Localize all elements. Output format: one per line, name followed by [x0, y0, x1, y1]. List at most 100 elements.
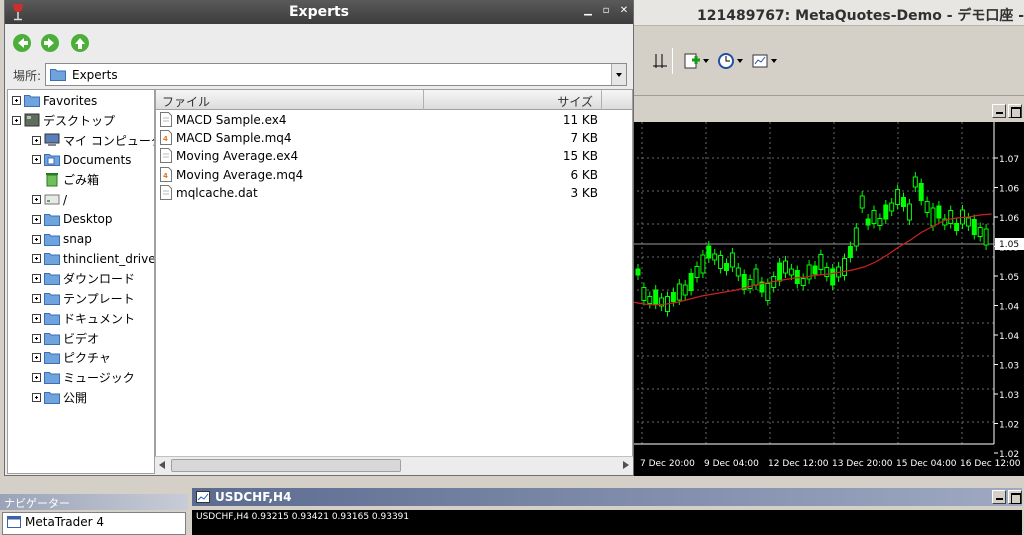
tree-item[interactable]: Favorites [12, 91, 97, 110]
expand-toggle[interactable] [32, 353, 41, 363]
tree-item[interactable]: テンプレート [32, 289, 135, 308]
folder-tree[interactable]: Favorites デスクトップ マイ コンピュータ Documents ごみ箱 / Des… [7, 89, 155, 474]
tree-item[interactable]: ピクチャ [32, 348, 111, 367]
tree-item[interactable]: ビデオ [32, 329, 99, 348]
expand-toggle[interactable] [32, 155, 41, 165]
chart-maximize-button[interactable] [1008, 104, 1022, 118]
file-row[interactable]: Moving Average.ex4 15 KB [156, 147, 632, 165]
tree-item[interactable]: ドキュメント [32, 309, 135, 328]
candle-body [971, 219, 977, 235]
price-label: 1.05 [999, 273, 1019, 283]
expand-toggle[interactable] [32, 313, 41, 323]
period-separator-icon [653, 54, 667, 68]
file-size: 7 KB [570, 131, 598, 146]
experts-file-dialog: Experts ▁ ▫ ✕ 場所: Experts Favorites デスクトッ… [4, 0, 634, 476]
tree-item[interactable]: Desktop [32, 210, 113, 229]
tree-item[interactable]: Documents [32, 150, 131, 169]
expand-toggle[interactable] [32, 254, 41, 264]
chevron-down-icon [616, 72, 622, 77]
chart-usdchf-title-bar: USDCHF,H4 [192, 488, 1022, 506]
tree-item[interactable]: 公開 [32, 388, 87, 407]
scroll-right-arrow-icon[interactable] [623, 461, 629, 469]
expand-toggle[interactable] [32, 214, 41, 224]
candle-body [924, 201, 930, 213]
period-separator-button[interactable] [648, 50, 672, 72]
tree-item[interactable]: ミュージック [32, 368, 135, 387]
usdchf-chart[interactable]: USDCHF,H4 0.93215 0.93421 0.93165 0.9339… [192, 510, 1022, 535]
expand-toggle[interactable] [32, 274, 41, 284]
folder-icon [44, 252, 60, 266]
price-label: 1.04 [999, 332, 1019, 342]
price-label: 1.04 [999, 303, 1019, 313]
expand-toggle[interactable] [12, 115, 21, 125]
navigator-tree[interactable]: MetaTrader 4 [2, 512, 186, 535]
file-row[interactable]: 4 MACD Sample.mq4 7 KB [156, 129, 632, 148]
file-list[interactable]: ファイル サイズ MACD Sample.ex4 11 KB 4 MACD Sampl… [155, 89, 633, 474]
file-row[interactable]: 4 Moving Average.mq4 6 KB [156, 166, 632, 184]
dialog-title-bar[interactable]: Experts ▁ ▫ ✕ [5, 0, 633, 24]
tree-item[interactable]: マイ コンピュータ [32, 131, 154, 150]
current-price-label: 1.05 [999, 240, 1019, 250]
file-row[interactable]: MACD Sample.ex4 11 KB [156, 111, 632, 129]
templates-button[interactable] [748, 50, 780, 72]
chart2-minimize-button[interactable] [992, 490, 1006, 504]
up-arrow-icon[interactable] [69, 32, 91, 54]
forward-arrow-icon[interactable] [39, 32, 61, 54]
scroll-left-arrow-icon[interactable] [159, 461, 165, 469]
location-dropdown-button[interactable] [611, 64, 626, 85]
candle-body [706, 245, 712, 259]
column-header-name[interactable]: ファイル [156, 90, 424, 110]
mq4-file-icon: 4 [160, 130, 172, 148]
expand-toggle[interactable] [12, 96, 21, 105]
candle-body [794, 270, 800, 284]
horizontal-scrollbar[interactable] [155, 456, 633, 474]
expand-toggle[interactable] [32, 294, 41, 303]
expand-toggle[interactable] [32, 333, 41, 343]
dialog-close-button[interactable]: ✕ [619, 5, 629, 17]
file-size: 11 KB [562, 113, 598, 127]
dialog-maximize-button[interactable]: ▫ [601, 5, 611, 17]
clock-icon [718, 53, 734, 69]
tree-item[interactable]: ごみ箱 [32, 170, 99, 189]
tree-item[interactable]: thinclient_drives [32, 249, 154, 268]
time-label: 7 Dec 20:00 [640, 459, 695, 469]
expand-toggle[interactable] [32, 234, 41, 244]
expand-toggle[interactable] [32, 373, 41, 383]
tree-item-label: Desktop [63, 212, 113, 227]
expand-toggle[interactable] [32, 195, 41, 204]
folder-icon [24, 94, 40, 107]
tree-item[interactable]: snap [32, 230, 92, 249]
add-indicator-icon [684, 53, 700, 69]
file-row[interactable]: mqlcache.dat 3 KB [156, 184, 632, 202]
tree-item[interactable]: デスクトップ [12, 111, 115, 130]
tree-item-label: ダウンロード [63, 272, 136, 287]
expand-toggle[interactable] [32, 393, 41, 402]
tree-item-label: ビデオ [63, 331, 100, 346]
price-chart[interactable]: 1.07 1.06 1.06 1.05 1.05 1.04 1.04 1.03 1.03 1.02… [632, 122, 1024, 476]
documents-folder-icon [44, 153, 60, 167]
column-header-size[interactable]: サイズ [424, 90, 602, 110]
candle-body [948, 210, 954, 224]
tree-item-label: テンプレート [63, 292, 135, 306]
location-label: 場所: [13, 69, 42, 83]
add-indicator-button[interactable] [680, 50, 712, 72]
tree-item[interactable]: / [32, 190, 67, 209]
location-value: Experts [72, 67, 118, 82]
tree-item[interactable]: ダウンロード [32, 269, 135, 288]
candle-body [859, 195, 865, 209]
location-combobox[interactable]: Experts [45, 63, 627, 86]
scrollbar-thumb[interactable] [171, 459, 401, 472]
tree-item-label: snap [63, 232, 92, 247]
file-name: Moving Average.mq4 [176, 167, 304, 182]
candle-body [901, 197, 906, 207]
metatrader-title-bar: 121489767: MetaQuotes-Demo - デモ口座 - Me [632, 0, 1024, 26]
navigator-root-item[interactable]: MetaTrader 4 [7, 515, 104, 529]
back-arrow-icon[interactable] [11, 32, 33, 54]
expand-toggle[interactable] [32, 135, 41, 145]
candle-body [653, 289, 659, 305]
chart-minimize-button[interactable] [992, 104, 1006, 118]
chart2-maximize-button[interactable] [1008, 490, 1022, 504]
dialog-minimize-button[interactable]: ▁ [583, 5, 593, 17]
tree-item-label: ミュージック [63, 371, 135, 386]
timeframe-button[interactable] [714, 50, 746, 72]
